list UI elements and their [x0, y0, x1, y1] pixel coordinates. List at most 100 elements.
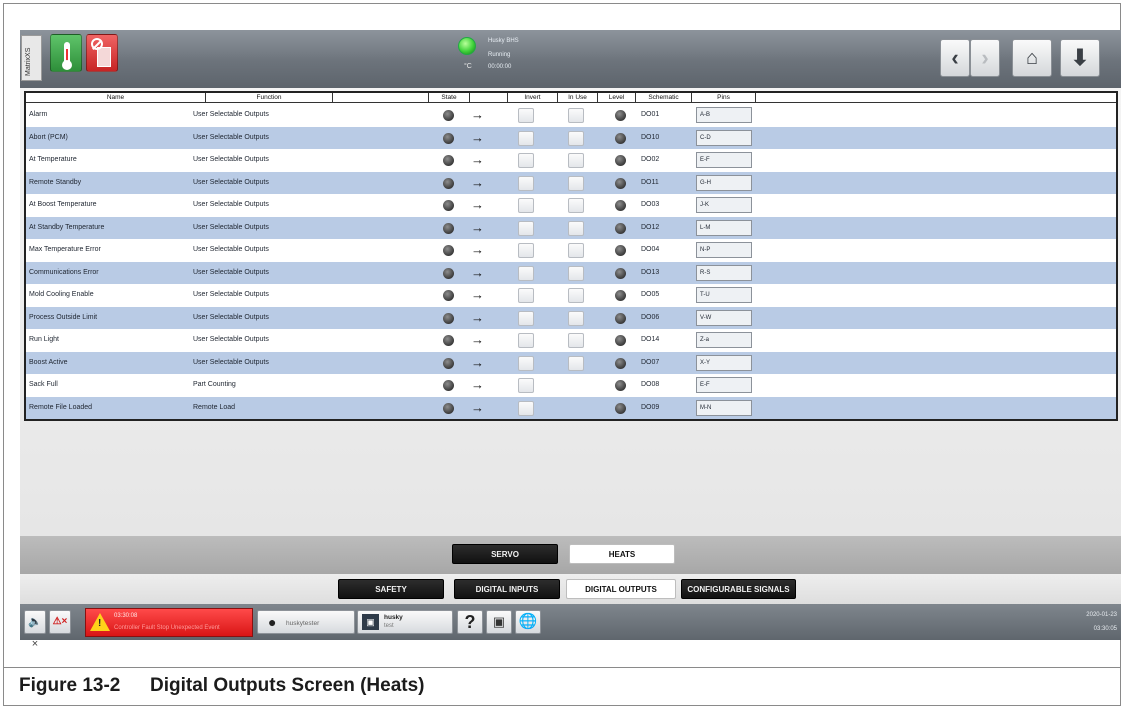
- pins-field[interactable]: Z-a: [696, 332, 752, 348]
- invert-checkbox[interactable]: [518, 130, 534, 146]
- help-button[interactable]: ?: [457, 610, 483, 634]
- invert-checkbox[interactable]: [518, 400, 534, 416]
- table-row[interactable]: At Standby Temperature User Selectable Ou…: [26, 216, 1116, 239]
- table-row[interactable]: Communications Error User Selectable Outp…: [26, 261, 1116, 284]
- table-row[interactable]: Boost Active User Selectable Outputs → DO07…: [26, 351, 1116, 374]
- tab-configurable-signals[interactable]: CONFIGURABLE SIGNALS: [681, 579, 796, 599]
- pins-field[interactable]: G-H: [696, 174, 752, 191]
- in-use-checkbox[interactable]: [568, 243, 584, 258]
- pins-field[interactable]: C-D: [696, 129, 752, 146]
- side-tab[interactable]: MatrixXS: [21, 35, 42, 81]
- figure-number: Figure 13-2: [19, 675, 121, 696]
- invert-checkbox[interactable]: [518, 333, 534, 348]
- pins-field[interactable]: E-F: [696, 152, 752, 168]
- pins-field[interactable]: L-M: [696, 219, 752, 236]
- invert-checkbox[interactable]: [518, 265, 534, 281]
- table-row[interactable]: Run Light User Selectable Outputs → DO14 Z-a: [26, 329, 1116, 352]
- power-disabled-button[interactable]: [86, 34, 118, 72]
- in-use-checkbox[interactable]: [568, 355, 584, 371]
- invert-checkbox[interactable]: [518, 378, 534, 393]
- schematic-id: DO11: [641, 178, 659, 186]
- output-function: User Selectable Outputs: [193, 313, 269, 321]
- pins-field[interactable]: R-S: [696, 264, 752, 281]
- invert-checkbox[interactable]: [518, 153, 534, 168]
- in-use-checkbox[interactable]: [568, 153, 584, 168]
- in-use-checkbox[interactable]: [568, 288, 584, 303]
- header-function: Function: [206, 93, 333, 103]
- tab-servo[interactable]: SERVO: [452, 544, 558, 564]
- mute-button[interactable]: 🔈×: [24, 610, 46, 650]
- invert-checkbox[interactable]: [518, 310, 534, 326]
- tab-safety[interactable]: SAFETY: [338, 579, 444, 599]
- header-name: Name: [26, 93, 206, 103]
- pins-field[interactable]: A-B: [696, 107, 752, 123]
- state-indicator: [443, 380, 454, 391]
- arrow-right-icon: →: [471, 264, 484, 280]
- table-row[interactable]: Max Temperature Error User Selectable Out…: [26, 239, 1116, 262]
- tab-digital-outputs[interactable]: DIGITAL OUTPUTS: [566, 579, 676, 599]
- pins-field[interactable]: J-K: [696, 197, 752, 213]
- table-row[interactable]: Sack Full Part Counting → DO08 E-F: [26, 374, 1116, 397]
- clear-alarm-button[interactable]: ⚠×: [49, 610, 71, 634]
- tab-heats[interactable]: HEATS: [569, 544, 675, 564]
- invert-checkbox[interactable]: [518, 355, 534, 371]
- forward-button[interactable]: ›: [970, 39, 1000, 77]
- in-use-checkbox[interactable]: [568, 175, 584, 191]
- in-use-checkbox[interactable]: [568, 310, 584, 326]
- header-direction: [470, 93, 508, 103]
- invert-checkbox[interactable]: [518, 288, 534, 303]
- table-row[interactable]: Process Outside Limit User Selectable Out…: [26, 306, 1116, 329]
- in-use-checkbox[interactable]: [568, 108, 584, 123]
- home-button[interactable]: ⌂: [1012, 39, 1052, 77]
- invert-checkbox[interactable]: [518, 220, 534, 236]
- pins-field[interactable]: T-U: [696, 287, 752, 303]
- pins-field[interactable]: N-P: [696, 242, 752, 258]
- table-row[interactable]: Remote Standby User Selectable Outputs → DO…: [26, 171, 1116, 194]
- state-indicator: [443, 132, 454, 144]
- pins-field[interactable]: M-N: [696, 399, 752, 416]
- in-use-checkbox[interactable]: [568, 198, 584, 213]
- schematic-id: DO13: [641, 268, 660, 276]
- invert-checkbox[interactable]: [518, 108, 534, 123]
- in-use-checkbox[interactable]: [568, 265, 584, 281]
- schematic-id: DO04: [641, 246, 660, 253]
- arrow-right-icon: →: [471, 377, 484, 392]
- schematic-id: DO10: [641, 133, 660, 141]
- down-button[interactable]: ⬇: [1060, 39, 1100, 77]
- active-alarm[interactable]: ! 03:30:08 Controller Fault Stop Unexpec…: [85, 608, 253, 637]
- schematic-id: DO06: [641, 313, 660, 321]
- state-indicator: [443, 335, 454, 346]
- in-use-checkbox[interactable]: [568, 130, 584, 146]
- arrow-right-icon: →: [471, 107, 484, 122]
- pins-field[interactable]: E-F: [696, 377, 752, 393]
- table-row[interactable]: Abort (PCM) User Selectable Outputs → DO10 C…: [26, 126, 1116, 149]
- in-use-checkbox[interactable]: [568, 220, 584, 236]
- mold-button[interactable]: ▣ husky test: [357, 610, 453, 634]
- pins-field[interactable]: V-W: [696, 309, 752, 326]
- table-row[interactable]: At Boost Temperature User Selectable Outp…: [26, 194, 1116, 217]
- tab-digital-inputs[interactable]: DIGITAL INPUTS: [454, 579, 560, 599]
- status-line-1: Husky BHS: [488, 38, 519, 44]
- invert-checkbox[interactable]: [518, 175, 534, 191]
- invert-checkbox[interactable]: [518, 198, 534, 213]
- figure-title: Digital Outputs Screen (Heats): [150, 675, 425, 696]
- table-row[interactable]: Mold Cooling Enable User Selectable Outpu…: [26, 284, 1116, 307]
- pins-field[interactable]: X-Y: [696, 354, 752, 371]
- header-invert: Invert: [508, 93, 558, 103]
- language-button[interactable]: 🌐: [515, 610, 541, 634]
- level-indicator: [615, 267, 626, 279]
- output-name: At Temperature: [29, 156, 77, 163]
- table-row[interactable]: Remote File Loaded Remote Load → DO09 M-N: [26, 396, 1116, 419]
- heats-button[interactable]: [50, 34, 82, 72]
- table-row[interactable]: Alarm User Selectable Outputs → DO01 A-B: [26, 104, 1116, 127]
- level-indicator: [615, 155, 626, 166]
- in-use-checkbox[interactable]: [568, 333, 584, 348]
- invert-checkbox[interactable]: [518, 243, 534, 258]
- screenshot-button[interactable]: ▣: [486, 610, 512, 634]
- top-bar: MatrixXS °C Husky BHS Running 00:00:00 ‹…: [20, 30, 1121, 88]
- arrow-right-icon: →: [471, 219, 484, 235]
- user-button[interactable]: ● huskytester: [257, 610, 355, 634]
- state-indicator: [443, 155, 454, 166]
- table-row[interactable]: At Temperature User Selectable Outputs → DO…: [26, 149, 1116, 172]
- back-button[interactable]: ‹: [940, 39, 970, 77]
